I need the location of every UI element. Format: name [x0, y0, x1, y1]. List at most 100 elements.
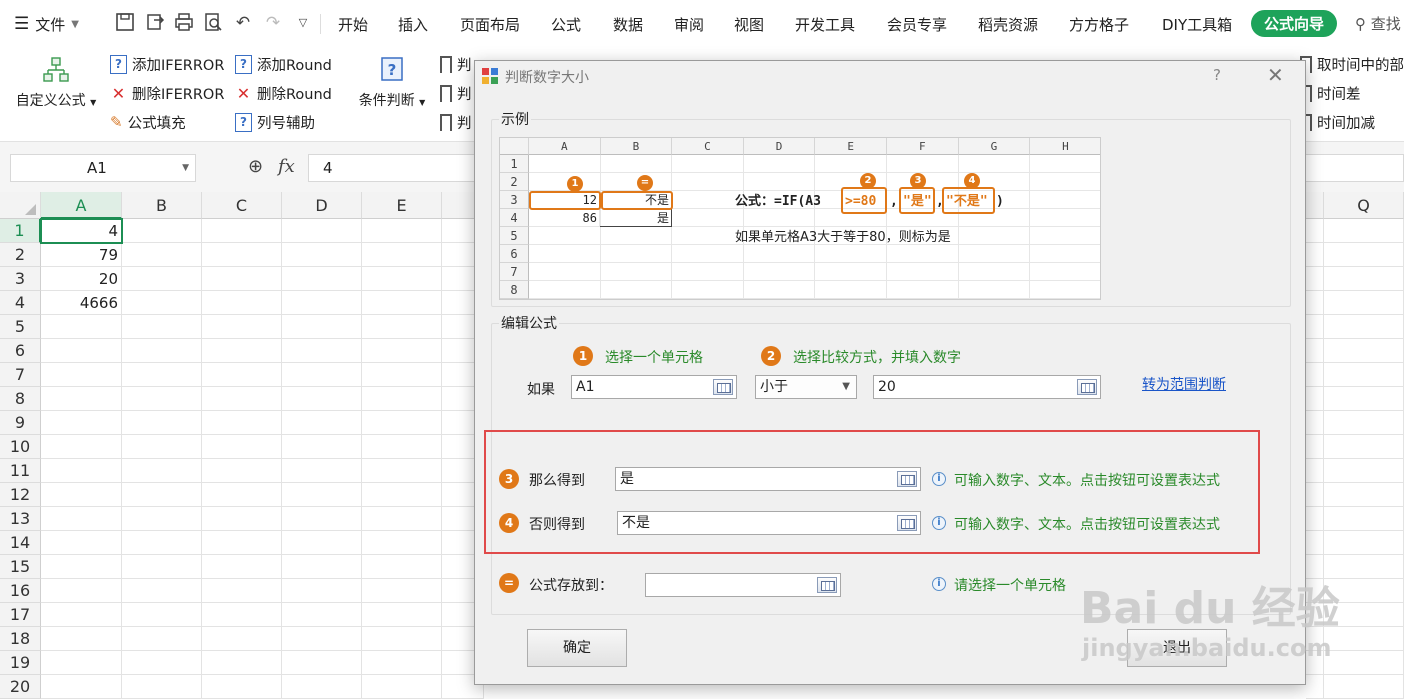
- grid-cell[interactable]: [41, 435, 122, 459]
- grid-cell[interactable]: [202, 651, 282, 675]
- grid-cell[interactable]: [362, 579, 442, 603]
- grid-cell[interactable]: [41, 675, 122, 699]
- tab-member[interactable]: 会员专享: [887, 14, 947, 35]
- grid-cell[interactable]: [282, 507, 362, 531]
- grid-cell[interactable]: [202, 339, 282, 363]
- grid-cell[interactable]: [362, 387, 442, 411]
- grid-cell[interactable]: [122, 243, 202, 267]
- grid-cell[interactable]: [122, 219, 202, 243]
- grid-cell[interactable]: [1324, 507, 1404, 531]
- grid-cell[interactable]: [282, 675, 362, 699]
- grid-cell[interactable]: [1324, 651, 1404, 675]
- grid-cell[interactable]: [41, 459, 122, 483]
- grid-cell[interactable]: [1306, 267, 1324, 291]
- fx-icon[interactable]: fx: [278, 156, 295, 177]
- time-add-button[interactable]: 时间加减: [1300, 111, 1375, 133]
- grid-cell[interactable]: [122, 267, 202, 291]
- tab-review[interactable]: 审阅: [674, 14, 704, 35]
- if-cell-input[interactable]: A1: [571, 375, 737, 399]
- customize-toolbar-icon[interactable]: ▽: [292, 12, 314, 34]
- grid-cell[interactable]: [202, 363, 282, 387]
- else-value-input[interactable]: 不是: [617, 511, 921, 535]
- row-header[interactable]: 17: [0, 603, 41, 627]
- row-header[interactable]: 12: [0, 483, 41, 507]
- store-cell-input[interactable]: [645, 573, 841, 597]
- column-number-helper-button[interactable]: ? 列号辅助: [235, 111, 315, 133]
- grid-cell[interactable]: [122, 291, 202, 315]
- add-iferror-button[interactable]: ? 添加IFERROR: [110, 53, 224, 75]
- add-round-button[interactable]: ? 添加Round: [235, 53, 332, 75]
- range-picker-icon[interactable]: [1077, 379, 1097, 395]
- grid-cell[interactable]: [1324, 267, 1404, 291]
- formula-fill-button[interactable]: ✎ 公式填充: [110, 111, 186, 133]
- row-header[interactable]: 2: [0, 243, 41, 267]
- judge-item-2[interactable]: 判: [440, 82, 472, 104]
- grid-cell[interactable]: [202, 603, 282, 627]
- grid-cell[interactable]: [362, 531, 442, 555]
- tab-developer[interactable]: 开发工具: [795, 14, 855, 35]
- grid-cell[interactable]: [362, 243, 442, 267]
- grid-cell[interactable]: [1324, 339, 1404, 363]
- grid-cell[interactable]: [122, 339, 202, 363]
- grid-cell[interactable]: [202, 627, 282, 651]
- grid-cell[interactable]: [1306, 315, 1324, 339]
- grid-cell[interactable]: [1324, 315, 1404, 339]
- grid-cell[interactable]: [1324, 531, 1404, 555]
- grid-cell[interactable]: [202, 315, 282, 339]
- grid-cell[interactable]: [362, 363, 442, 387]
- tab-view[interactable]: 视图: [734, 14, 764, 35]
- grid-cell[interactable]: [202, 459, 282, 483]
- grid-cell[interactable]: [1306, 435, 1324, 459]
- grid-cell[interactable]: [202, 579, 282, 603]
- tab-home[interactable]: 开始: [338, 14, 368, 35]
- grid-cell[interactable]: [282, 627, 362, 651]
- tab-docer[interactable]: 稻壳资源: [978, 14, 1038, 35]
- row-header[interactable]: 16: [0, 579, 41, 603]
- grid-cell[interactable]: [122, 555, 202, 579]
- range-picker-icon[interactable]: [713, 379, 733, 395]
- judge-item-3[interactable]: 判: [440, 111, 472, 133]
- grid-cell[interactable]: [202, 675, 282, 699]
- grid-cell[interactable]: [282, 387, 362, 411]
- grid-cell[interactable]: [1306, 339, 1324, 363]
- grid-cell[interactable]: [362, 603, 442, 627]
- row-header[interactable]: 5: [0, 315, 41, 339]
- grid-cell[interactable]: [202, 531, 282, 555]
- grid-cell[interactable]: [41, 339, 122, 363]
- column-header-q[interactable]: Q: [1324, 192, 1404, 219]
- grid-cell[interactable]: [282, 411, 362, 435]
- grid-cell[interactable]: [1306, 507, 1324, 531]
- row-header[interactable]: 18: [0, 627, 41, 651]
- file-menu-button[interactable]: ☰ 文件 ▼: [14, 12, 79, 36]
- grid-cell[interactable]: [1324, 363, 1404, 387]
- grid-cell[interactable]: [362, 675, 442, 699]
- grid-cell[interactable]: [1306, 219, 1324, 243]
- judge-item-1[interactable]: 判: [440, 53, 472, 75]
- grid-cell[interactable]: [1324, 483, 1404, 507]
- grid-cell[interactable]: 4666: [41, 291, 122, 315]
- grid-cell[interactable]: 79: [41, 243, 122, 267]
- grid-cell[interactable]: [122, 531, 202, 555]
- tab-diy-toolbox[interactable]: DIY工具箱: [1162, 14, 1232, 35]
- grid-cell[interactable]: [1306, 387, 1324, 411]
- grid-cell[interactable]: [202, 555, 282, 579]
- grid-cell[interactable]: [1324, 675, 1404, 699]
- name-box[interactable]: A1 ▼: [10, 154, 196, 182]
- grid-cell[interactable]: [41, 651, 122, 675]
- export-icon[interactable]: [144, 12, 166, 34]
- grid-cell[interactable]: [122, 411, 202, 435]
- grid-cell[interactable]: [282, 243, 362, 267]
- grid-cell[interactable]: [41, 363, 122, 387]
- grid-cell[interactable]: [122, 579, 202, 603]
- grid-cell[interactable]: [202, 411, 282, 435]
- grid-cell[interactable]: [202, 291, 282, 315]
- grid-cell[interactable]: [122, 363, 202, 387]
- extract-time-part-button[interactable]: 取时间中的部: [1300, 53, 1404, 75]
- compare-operator-select[interactable]: 小于 ▼: [755, 375, 857, 399]
- row-header[interactable]: 9: [0, 411, 41, 435]
- grid-cell[interactable]: [282, 315, 362, 339]
- grid-cell[interactable]: [1306, 675, 1324, 699]
- undo-icon[interactable]: ↶: [232, 12, 254, 34]
- row-header[interactable]: 3: [0, 267, 41, 291]
- grid-cell[interactable]: [282, 435, 362, 459]
